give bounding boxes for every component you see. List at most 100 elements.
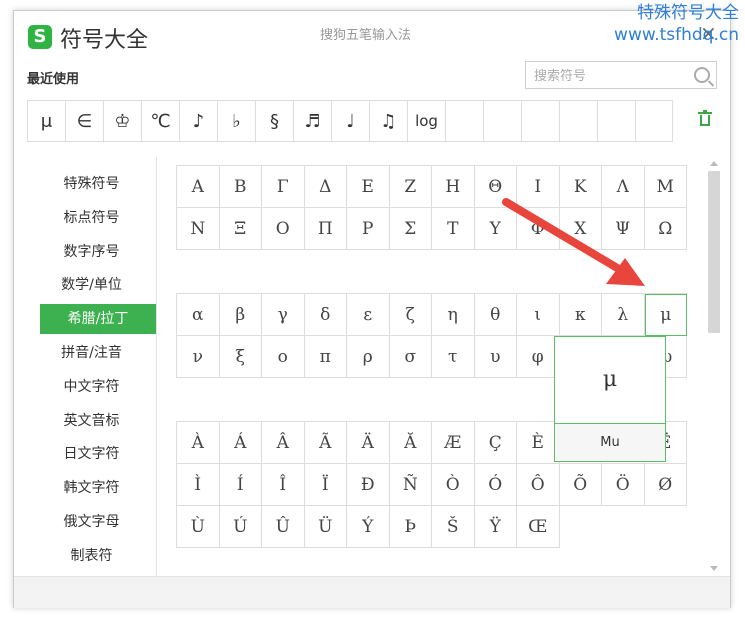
symbol-cell[interactable]: ζ [389,294,432,336]
symbol-cell[interactable]: Ó [474,464,517,506]
symbol-cell[interactable]: Ñ [389,464,432,506]
symbol-cell[interactable]: Œ [517,506,560,548]
symbol-cell[interactable]: Ω [644,208,687,250]
symbol-cell[interactable]: Δ [304,166,347,208]
symbol-cell[interactable]: δ [304,294,347,336]
symbol-cell[interactable]: ν [177,336,220,378]
symbol-cell[interactable]: Ζ [389,166,432,208]
symbol-cell[interactable]: À [177,422,220,464]
symbol-cell[interactable]: Ü [304,506,347,548]
trash-icon[interactable] [698,110,712,127]
recent-symbol[interactable]: log [407,101,445,141]
recent-symbol[interactable] [521,101,559,141]
symbol-cell[interactable]: ο [262,336,305,378]
symbol-cell[interactable]: Κ [559,166,602,208]
symbol-cell[interactable]: Ö [602,464,645,506]
symbol-cell[interactable]: Á [219,422,262,464]
sidebar-item[interactable]: 数字序号 [27,237,156,267]
symbol-cell[interactable]: Ï [304,464,347,506]
symbol-cell[interactable]: ξ [219,336,262,378]
symbol-cell[interactable]: Ν [177,208,220,250]
symbol-cell[interactable]: Ξ [219,208,262,250]
sidebar-item[interactable]: 标点符号 [27,203,156,233]
symbol-cell[interactable]: υ [474,336,517,378]
symbol-cell[interactable]: Ì [177,464,220,506]
symbol-cell[interactable]: Η [432,166,475,208]
symbol-cell[interactable]: ι [517,294,560,336]
symbol-cell[interactable]: Ρ [347,208,390,250]
symbol-cell[interactable]: μ [644,294,687,336]
sidebar-item[interactable]: 数学/单位 [27,270,156,300]
symbol-cell[interactable]: Ã [304,422,347,464]
symbol-cell[interactable]: Α [177,166,220,208]
symbol-cell[interactable]: Ÿ [474,506,517,548]
symbol-cell[interactable]: Σ [389,208,432,250]
recent-symbol[interactable]: ∈ [65,101,103,141]
symbol-cell[interactable]: α [177,294,220,336]
sidebar-item[interactable]: 中文字符 [27,372,156,402]
symbol-cell[interactable]: Ò [432,464,475,506]
sidebar-item[interactable]: 韩文字符 [27,473,156,503]
recent-symbol[interactable] [483,101,521,141]
symbol-cell[interactable]: Ç [474,422,517,464]
symbol-cell[interactable]: θ [474,294,517,336]
symbol-cell[interactable]: Μ [644,166,687,208]
recent-symbol[interactable] [597,101,635,141]
symbol-cell[interactable]: Þ [389,506,432,548]
symbol-cell[interactable]: ε [347,294,390,336]
symbol-cell[interactable]: Í [219,464,262,506]
recent-symbol[interactable] [445,101,483,141]
symbol-cell[interactable]: Ι [517,166,560,208]
symbol-cell[interactable]: Θ [474,166,517,208]
recent-symbol[interactable]: § [255,101,293,141]
symbol-cell[interactable]: Ψ [602,208,645,250]
search-icon[interactable] [694,67,710,83]
symbol-cell[interactable]: σ [389,336,432,378]
symbol-cell[interactable]: κ [559,294,602,336]
recent-symbol[interactable]: ♫ [369,101,407,141]
symbol-cell[interactable]: β [219,294,262,336]
symbol-cell[interactable]: Ă [389,422,432,464]
recent-symbol[interactable]: ♬ [293,101,331,141]
symbol-cell[interactable]: Đ [347,464,390,506]
sidebar-item[interactable]: 希腊/拉丁 [40,304,156,335]
symbol-cell[interactable]: γ [262,294,305,336]
symbol-cell[interactable]: ρ [347,336,390,378]
sidebar-item[interactable]: 拼音/注音 [27,338,156,368]
symbol-cell[interactable]: Õ [559,464,602,506]
symbol-cell[interactable]: Ø [644,464,687,506]
symbol-cell[interactable]: Ú [219,506,262,548]
symbol-cell[interactable]: Î [262,464,305,506]
recent-symbol[interactable]: ♔ [103,101,141,141]
recent-symbol[interactable]: ♩ [331,101,369,141]
symbol-cell[interactable]: Ε [347,166,390,208]
symbol-cell[interactable]: Ý [347,506,390,548]
symbol-cell[interactable]: Ä [347,422,390,464]
symbol-cell[interactable]: Τ [432,208,475,250]
scroll-up-icon[interactable] [710,161,718,166]
recent-symbol[interactable]: ℃ [141,101,179,141]
recent-symbol[interactable]: μ [27,101,65,141]
symbol-cell[interactable]: λ [602,294,645,336]
symbol-cell[interactable]: Ù [177,506,220,548]
symbol-cell[interactable]: Χ [559,208,602,250]
symbol-cell[interactable]: π [304,336,347,378]
recent-symbol[interactable]: ♪ [179,101,217,141]
symbol-cell[interactable]: Γ [262,166,305,208]
sidebar-item[interactable]: 俄文字母 [27,507,156,537]
search-box[interactable] [525,61,717,89]
symbol-cell[interactable]: Š [432,506,475,548]
scroll-thumb[interactable] [708,171,720,333]
symbol-cell[interactable]: τ [432,336,475,378]
sidebar-item[interactable]: 特殊符号 [27,169,156,199]
symbol-cell[interactable]: Β [219,166,262,208]
recent-symbol[interactable] [559,101,597,141]
symbol-cell[interactable]: Æ [432,422,475,464]
symbol-cell[interactable]: Û [262,506,305,548]
scroll-down-icon[interactable] [710,566,718,571]
symbol-cell[interactable]: Φ [517,208,560,250]
symbol-cell[interactable]: Υ [474,208,517,250]
recent-symbol[interactable]: ♭ [217,101,255,141]
sidebar-item[interactable]: 制表符 [27,541,156,571]
symbol-cell[interactable]: Ô [517,464,560,506]
